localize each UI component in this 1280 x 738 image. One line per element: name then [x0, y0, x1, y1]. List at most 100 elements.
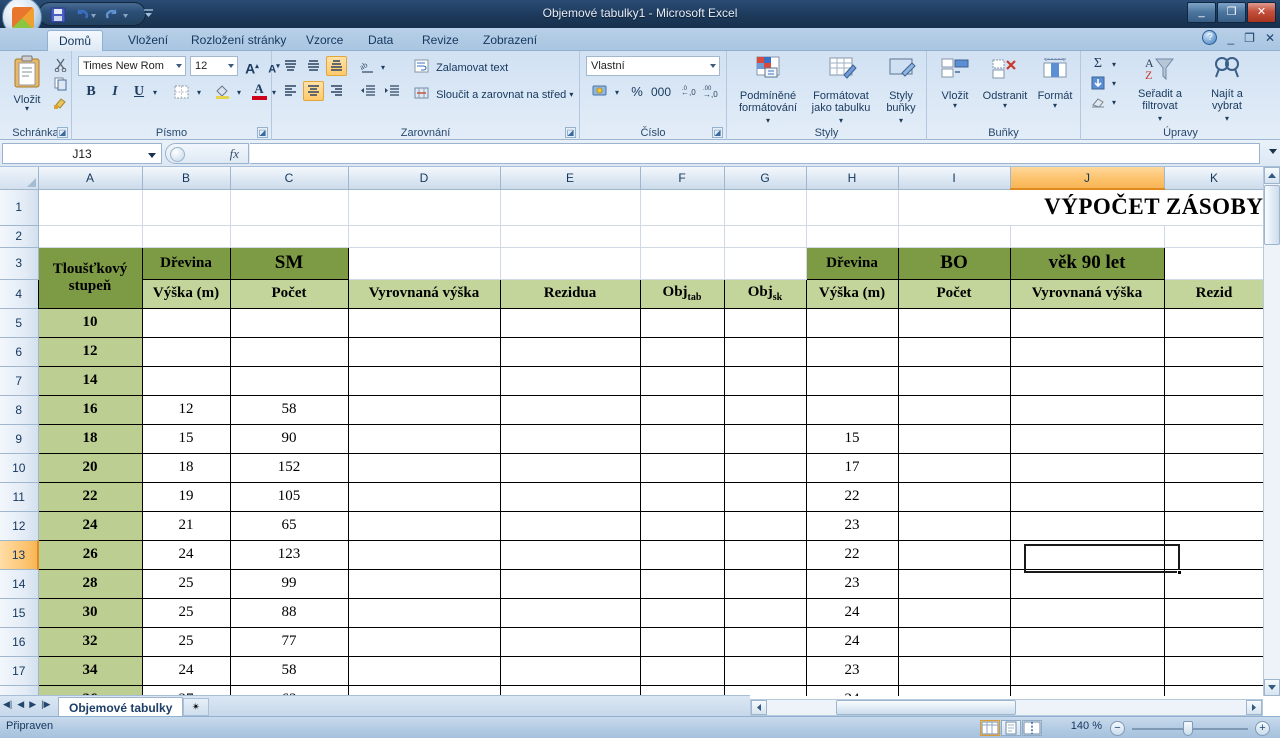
- tab-vzorce[interactable]: Vzorce: [295, 30, 354, 51]
- tab-domu[interactable]: Domů: [47, 30, 104, 51]
- redo-dropdown-icon[interactable]: [121, 6, 130, 24]
- cell-c1[interactable]: [230, 189, 349, 226]
- column-header-b[interactable]: B: [142, 167, 231, 190]
- font-name-input[interactable]: Times New Rom: [78, 56, 186, 76]
- font-dialog-launcher[interactable]: ◪: [257, 127, 268, 138]
- cell-j9[interactable]: [1009, 423, 1165, 454]
- clear-dropdown-icon[interactable]: ▾: [1109, 92, 1119, 110]
- column-header-g[interactable]: G: [724, 167, 807, 190]
- row-header-1[interactable]: 1: [0, 189, 39, 226]
- column-header-h[interactable]: H: [806, 167, 899, 190]
- cell-g11[interactable]: [723, 481, 807, 512]
- cell-g4-obj-sk[interactable]: Objsk: [723, 278, 807, 309]
- cell-i15[interactable]: [897, 597, 1011, 628]
- cell-k7[interactable]: [1163, 365, 1265, 396]
- restore-window-button[interactable]: ❐: [1244, 31, 1255, 45]
- format-cells-dropdown-icon[interactable]: ▾: [1033, 102, 1077, 110]
- cell-i10[interactable]: [897, 452, 1011, 483]
- cell-a3-thickness-class[interactable]: Tloušťkový stupeň: [37, 246, 143, 309]
- cell-h18[interactable]: 24: [805, 684, 899, 696]
- cell-f17[interactable]: [639, 655, 725, 686]
- fill-color-dropdown-icon[interactable]: ▾: [234, 81, 244, 102]
- tab-rozlozeni-stranky[interactable]: Rozložení stránky: [180, 30, 297, 51]
- column-header-k[interactable]: K: [1164, 167, 1265, 190]
- cell-e11[interactable]: [499, 481, 641, 512]
- font-color-icon[interactable]: A: [248, 81, 270, 102]
- cell-h4-height[interactable]: Výška (m): [805, 278, 899, 309]
- cell-g7[interactable]: [723, 365, 807, 396]
- cell-b16[interactable]: 25: [141, 626, 231, 657]
- cell-b10[interactable]: 18: [141, 452, 231, 483]
- row-header-16[interactable]: 16: [0, 627, 39, 657]
- cell-k5[interactable]: [1163, 307, 1265, 338]
- cell-h6[interactable]: [805, 336, 899, 367]
- row-header-12[interactable]: 12: [0, 511, 39, 541]
- cell-c15[interactable]: 88: [229, 597, 349, 628]
- expand-formula-bar-icon[interactable]: [1269, 149, 1277, 154]
- cell-g15[interactable]: [723, 597, 807, 628]
- horizontal-scroll-thumb[interactable]: [836, 700, 1016, 715]
- cell-j18[interactable]: [1009, 684, 1165, 696]
- cell-e5[interactable]: [499, 307, 641, 338]
- zoom-slider-thumb[interactable]: [1183, 721, 1193, 736]
- cell-c5[interactable]: [229, 307, 349, 338]
- cell-b7[interactable]: [141, 365, 231, 396]
- cell-e8[interactable]: [499, 394, 641, 425]
- cell-b12[interactable]: 21: [141, 510, 231, 541]
- cell-f15[interactable]: [639, 597, 725, 628]
- cell-c11[interactable]: 105: [229, 481, 349, 512]
- cell-e3[interactable]: [500, 247, 641, 280]
- cell-h1[interactable]: [806, 189, 899, 226]
- cell-g13[interactable]: [723, 539, 807, 570]
- cell-a17[interactable]: 34: [37, 655, 143, 686]
- cell-e14[interactable]: [499, 568, 641, 599]
- cell-k4-residuals[interactable]: Rezid: [1163, 278, 1265, 309]
- cell-a5[interactable]: 10: [37, 307, 143, 338]
- merge-center-button[interactable]: Sloučit a zarovnat na střed ▾: [414, 86, 573, 104]
- row-header-9[interactable]: 9: [0, 424, 39, 454]
- cell-j8[interactable]: [1009, 394, 1165, 425]
- cell-g2[interactable]: [724, 225, 807, 248]
- sort-filter-button[interactable]: AZ Seřadit a filtrovat ▾: [1127, 55, 1193, 124]
- row-header-4[interactable]: 4: [0, 279, 39, 309]
- cell-f6[interactable]: [639, 336, 725, 367]
- percent-button[interactable]: %: [626, 81, 648, 101]
- cell-e1[interactable]: [500, 189, 641, 226]
- cell-i11[interactable]: [897, 481, 1011, 512]
- cell-c6[interactable]: [229, 336, 349, 367]
- align-middle-icon[interactable]: [303, 56, 324, 76]
- number-dialog-launcher[interactable]: ◪: [712, 127, 723, 138]
- cell-i17[interactable]: [897, 655, 1011, 686]
- cell-j5[interactable]: [1009, 307, 1165, 338]
- cell-b15[interactable]: 25: [141, 597, 231, 628]
- row-header-5[interactable]: 5: [0, 308, 39, 338]
- cell-b1[interactable]: [142, 189, 231, 226]
- cell-h2[interactable]: [806, 225, 899, 248]
- cell-c9[interactable]: 90: [229, 423, 349, 454]
- cell-a10[interactable]: 20: [37, 452, 143, 483]
- row-header-6[interactable]: 6: [0, 337, 39, 367]
- cell-d6[interactable]: [347, 336, 501, 367]
- cell-k16[interactable]: [1163, 626, 1265, 657]
- borders-dropdown-icon[interactable]: ▾: [194, 81, 204, 102]
- cell-b11[interactable]: 19: [141, 481, 231, 512]
- cell-g1[interactable]: [724, 189, 807, 226]
- cell-a11[interactable]: 22: [37, 481, 143, 512]
- number-format-select[interactable]: Vlastní: [586, 56, 720, 76]
- cell-k3[interactable]: [1164, 247, 1265, 280]
- cell-k2[interactable]: [1164, 225, 1265, 248]
- find-select-dropdown-icon[interactable]: ▾: [1225, 114, 1229, 123]
- cell-f4-obj-tab[interactable]: Objtab: [639, 278, 725, 309]
- cell-c16[interactable]: 77: [229, 626, 349, 657]
- number-format-caret-icon[interactable]: [710, 64, 716, 68]
- cell-j6[interactable]: [1009, 336, 1165, 367]
- insert-cells-button[interactable]: Vložit ▾: [933, 55, 977, 110]
- cell-c13[interactable]: 123: [229, 539, 349, 570]
- decrease-decimal-icon[interactable]: .00 →,0: [700, 81, 722, 101]
- cell-i7[interactable]: [897, 365, 1011, 396]
- cell-k17[interactable]: [1163, 655, 1265, 686]
- cell-b6[interactable]: [141, 336, 231, 367]
- cell-h5[interactable]: [805, 307, 899, 338]
- decrease-indent-icon[interactable]: [356, 81, 379, 101]
- tab-revize[interactable]: Revize: [411, 30, 470, 51]
